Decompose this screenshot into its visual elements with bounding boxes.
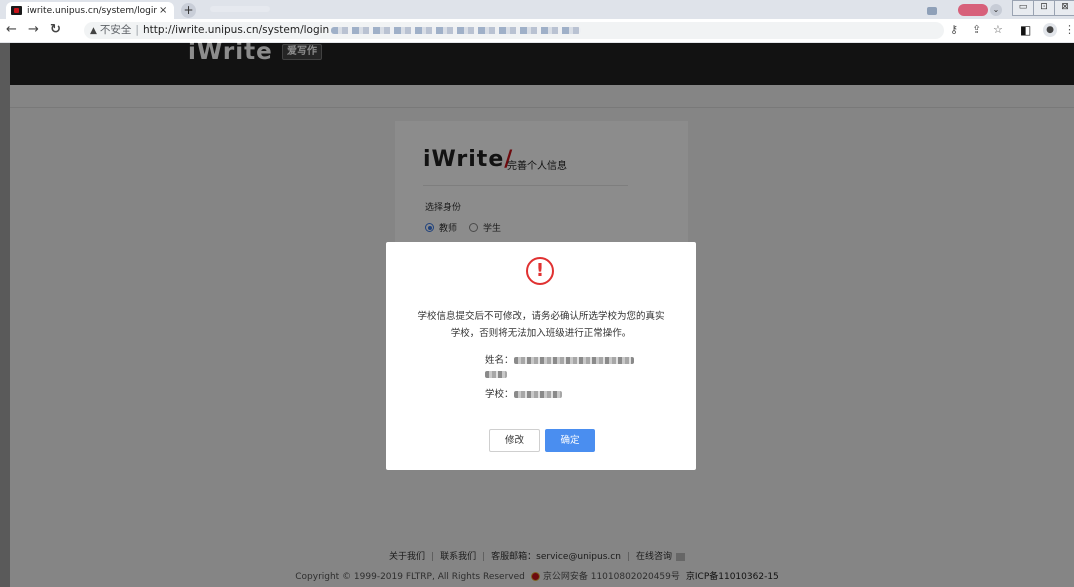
profile-avatar-icon[interactable]: ● [1043,23,1057,37]
tab-close-icon[interactable]: × [159,5,167,16]
browser-toolbar: ← → ↻ ▲ 不安全 | http://iwrite.unipus.cn/syste… [0,19,1074,43]
chevron-down-icon[interactable]: ⌄ [990,4,1002,16]
tab-title: iwrite.unipus.cn/system/login [27,5,157,16]
insecure-label: 不安全 [99,24,132,36]
browser-tab[interactable]: iwrite.unipus.cn/system/login × [6,2,174,19]
confirm-school-dialog: ! 学校信息提交后不可修改，请务必确认所选学校为您的真实 学校，否则将无法加入班… [386,242,696,470]
address-bar[interactable]: ▲ 不安全 | http://iwrite.unipus.cn/system/logi… [84,22,944,39]
window-edge [0,43,10,587]
name-value-redacted [513,357,634,364]
reload-icon[interactable]: ↻ [50,22,61,37]
url-separator: | [135,24,139,36]
restore-window-button[interactable]: ⊡ [1033,0,1055,16]
url-text: http://iwrite.unipus.cn/system/login [142,24,330,36]
name-value-redacted-2 [485,371,507,378]
more-menu-icon[interactable]: ⋮ [1064,23,1074,36]
name-row: 姓名： [485,352,634,366]
back-icon[interactable]: ← [6,22,17,37]
confirm-button[interactable]: 确定 [545,429,595,452]
alert-icon: ! [526,257,554,285]
side-panel-icon[interactable]: ◧ [1020,23,1031,37]
dialog-message-line2: 学校，否则将无法加入班级进行正常操作。 [450,328,632,339]
minimize-window-button[interactable]: ▭ [1012,0,1034,16]
close-window-button[interactable]: ⊠ [1054,0,1074,16]
forward-icon[interactable]: → [28,22,39,37]
name-row-continued [485,369,507,380]
url-query-redacted [331,26,582,34]
extension-icon[interactable] [927,7,937,15]
key-icon[interactable]: ⚷ [950,23,958,36]
school-value-redacted [513,391,562,398]
modify-button[interactable]: 修改 [489,429,540,452]
dialog-message-line1: 学校信息提交后不可修改，请务必确认所选学校为您的真实 [417,311,665,322]
new-tab-button[interactable]: + [181,3,196,18]
browser-tab-bar: iwrite.unipus.cn/system/login × + ⌄ ▭ ⊡ … [0,0,1074,19]
site-favicon-icon [11,6,22,15]
warning-icon: ▲ [90,26,97,36]
blurred-tab [210,6,270,12]
star-icon[interactable]: ☆ [993,23,1003,36]
share-icon[interactable]: ⇪ [972,23,981,36]
profile-chip[interactable] [958,4,988,16]
name-label: 姓名： [485,355,514,366]
school-label: 学校： [485,389,514,400]
school-row: 学校： [485,386,562,400]
